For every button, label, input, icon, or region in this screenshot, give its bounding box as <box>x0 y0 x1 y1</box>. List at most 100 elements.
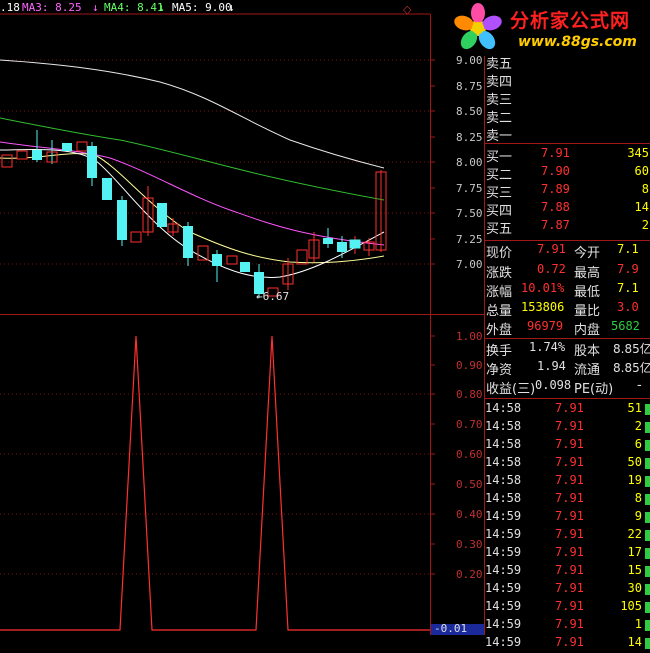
tick-price: 7.91 <box>555 527 584 541</box>
indicator-grid <box>0 393 430 575</box>
tick-time: 14:59 <box>485 617 522 631</box>
sell-row: 卖四 <box>486 75 513 90</box>
indicator-axis-label: 1.00 <box>456 330 483 343</box>
tick-volume: 30 <box>627 581 642 595</box>
price-axis-label: 9.00 <box>456 54 483 67</box>
outer-volume: 96979 <box>527 319 564 333</box>
pe-ratio: - <box>637 378 642 393</box>
price-axis-label: 7.00 <box>456 258 483 271</box>
tick-price: 7.91 <box>555 473 584 487</box>
indicator-axis-label: 0.80 <box>456 388 483 401</box>
buy-row: 买一 7.91 345 <box>486 146 649 165</box>
stats-row-change: 涨跌 0.72 最高 7.9 <box>486 262 639 281</box>
book-divider <box>485 240 650 241</box>
logo-url[interactable]: www.88gs.com <box>518 34 637 50</box>
volume-ratio: 3.0 <box>617 300 639 314</box>
tick-time: 14:59 <box>485 545 522 559</box>
indicator-line <box>0 335 430 631</box>
tick-direction-marker <box>645 530 650 541</box>
stats-row-pct: 涨幅 10.01% 最低 7.1 <box>486 281 639 300</box>
current-price: 7.91 <box>537 242 566 256</box>
tick-row: 14:59 7.91 1 <box>485 617 650 635</box>
price-grid <box>0 59 430 265</box>
tick-price: 7.91 <box>555 401 584 415</box>
tick-volume: 6 <box>634 437 642 451</box>
tick-time: 14:58 <box>485 437 522 451</box>
tick-price: 7.91 <box>555 455 584 469</box>
tick-direction-marker <box>645 620 650 631</box>
price-axis-label: 8.75 <box>456 80 483 93</box>
tick-direction-marker <box>645 476 650 487</box>
indicator-axis-label: 0.50 <box>456 478 483 491</box>
total-shares: 8.85亿 <box>613 342 650 356</box>
tick-time: 14:59 <box>485 635 522 649</box>
tick-volume: 9 <box>634 509 642 523</box>
tick-time: 14:58 <box>485 473 522 487</box>
tick-time: 14:59 <box>485 509 522 523</box>
tick-volume: 19 <box>627 473 642 487</box>
tick-volume: 2 <box>634 419 642 433</box>
price-axis-label: 7.50 <box>456 207 483 220</box>
tick-price: 7.91 <box>555 437 584 451</box>
tick-volume: 14 <box>627 635 642 649</box>
tick-time: 14:58 <box>485 401 522 415</box>
tick-direction-marker <box>645 566 650 577</box>
stats-row-outer: 外盘 96979 内盘 5682 <box>486 319 640 338</box>
high-price: 7.9 <box>617 262 639 276</box>
tick-time: 14:58 <box>485 455 522 469</box>
tick-time: 14:59 <box>485 581 522 595</box>
indicator-axis-label: 0.20 <box>456 568 483 581</box>
tick-row: 14:58 7.91 51 <box>485 401 650 419</box>
ma5-line <box>0 59 385 169</box>
tick-volume: 51 <box>627 401 642 415</box>
tick-row: 14:59 7.91 30 <box>485 581 650 599</box>
tick-row: 14:58 7.91 8 <box>485 491 650 509</box>
tick-price: 7.91 <box>555 563 584 577</box>
tick-direction-marker <box>645 548 650 559</box>
tick-direction-marker <box>645 494 650 505</box>
tick-direction-marker <box>645 584 650 595</box>
ticks-divider <box>485 398 650 399</box>
indicator-axis-label: 0.30 <box>456 538 483 551</box>
tick-volume: 50 <box>627 455 642 469</box>
indicator-axis-label: 0.40 <box>456 508 483 521</box>
tick-direction-marker <box>645 404 650 415</box>
tick-price: 7.91 <box>555 419 584 433</box>
low-price: 7.1 <box>617 281 639 295</box>
tick-row: 14:59 7.91 22 <box>485 527 650 545</box>
tick-time: 14:59 <box>485 527 522 541</box>
tick-price: 7.91 <box>555 509 584 523</box>
tick-direction-marker <box>645 440 650 451</box>
tick-direction-marker <box>645 512 650 523</box>
stats-row-price: 现价 7.91 今开 7.1 <box>486 242 639 261</box>
stats-row-turnover: 换手 1.74% 股本 8.85亿 <box>486 340 650 359</box>
tick-volume: 15 <box>627 563 642 577</box>
buy-row: 买二 7.90 60 <box>486 164 649 183</box>
stats-row-volume: 总量 153806 量比 3.0 <box>486 300 639 319</box>
tick-time: 14:58 <box>485 419 522 433</box>
float-shares: 8.85亿 <box>613 361 650 375</box>
tick-row: 14:59 7.91 15 <box>485 563 650 581</box>
tick-price: 7.91 <box>555 581 584 595</box>
tick-row: 14:58 7.91 6 <box>485 437 650 455</box>
tick-volume: 1 <box>634 617 642 631</box>
eps: 0.098 <box>535 378 572 392</box>
open-price: 7.1 <box>617 242 639 256</box>
turnover: 1.74% <box>529 340 566 354</box>
tick-row: 14:59 7.91 105 <box>485 599 650 617</box>
buy-row: 买五 7.87 2 <box>486 218 649 237</box>
price-axis-label: 8.00 <box>456 156 483 169</box>
tick-time: 14:59 <box>485 599 522 613</box>
tick-row: 14:58 7.91 19 <box>485 473 650 491</box>
price-change: 0.72 <box>537 262 566 276</box>
tick-row: 14:59 7.91 14 <box>485 635 650 653</box>
logo-title: 分析家公式网 <box>510 10 631 32</box>
net-asset: 1.94 <box>537 359 566 373</box>
tick-price: 7.91 <box>555 545 584 559</box>
tick-time: 14:58 <box>485 491 522 505</box>
pct-change: 10.01% <box>521 281 565 295</box>
indicator-axis-label: 0.60 <box>456 448 483 461</box>
low-price-marker: ←6.67 <box>256 290 290 303</box>
price-axis-label: 8.50 <box>456 105 483 118</box>
ma4-line <box>0 117 385 201</box>
